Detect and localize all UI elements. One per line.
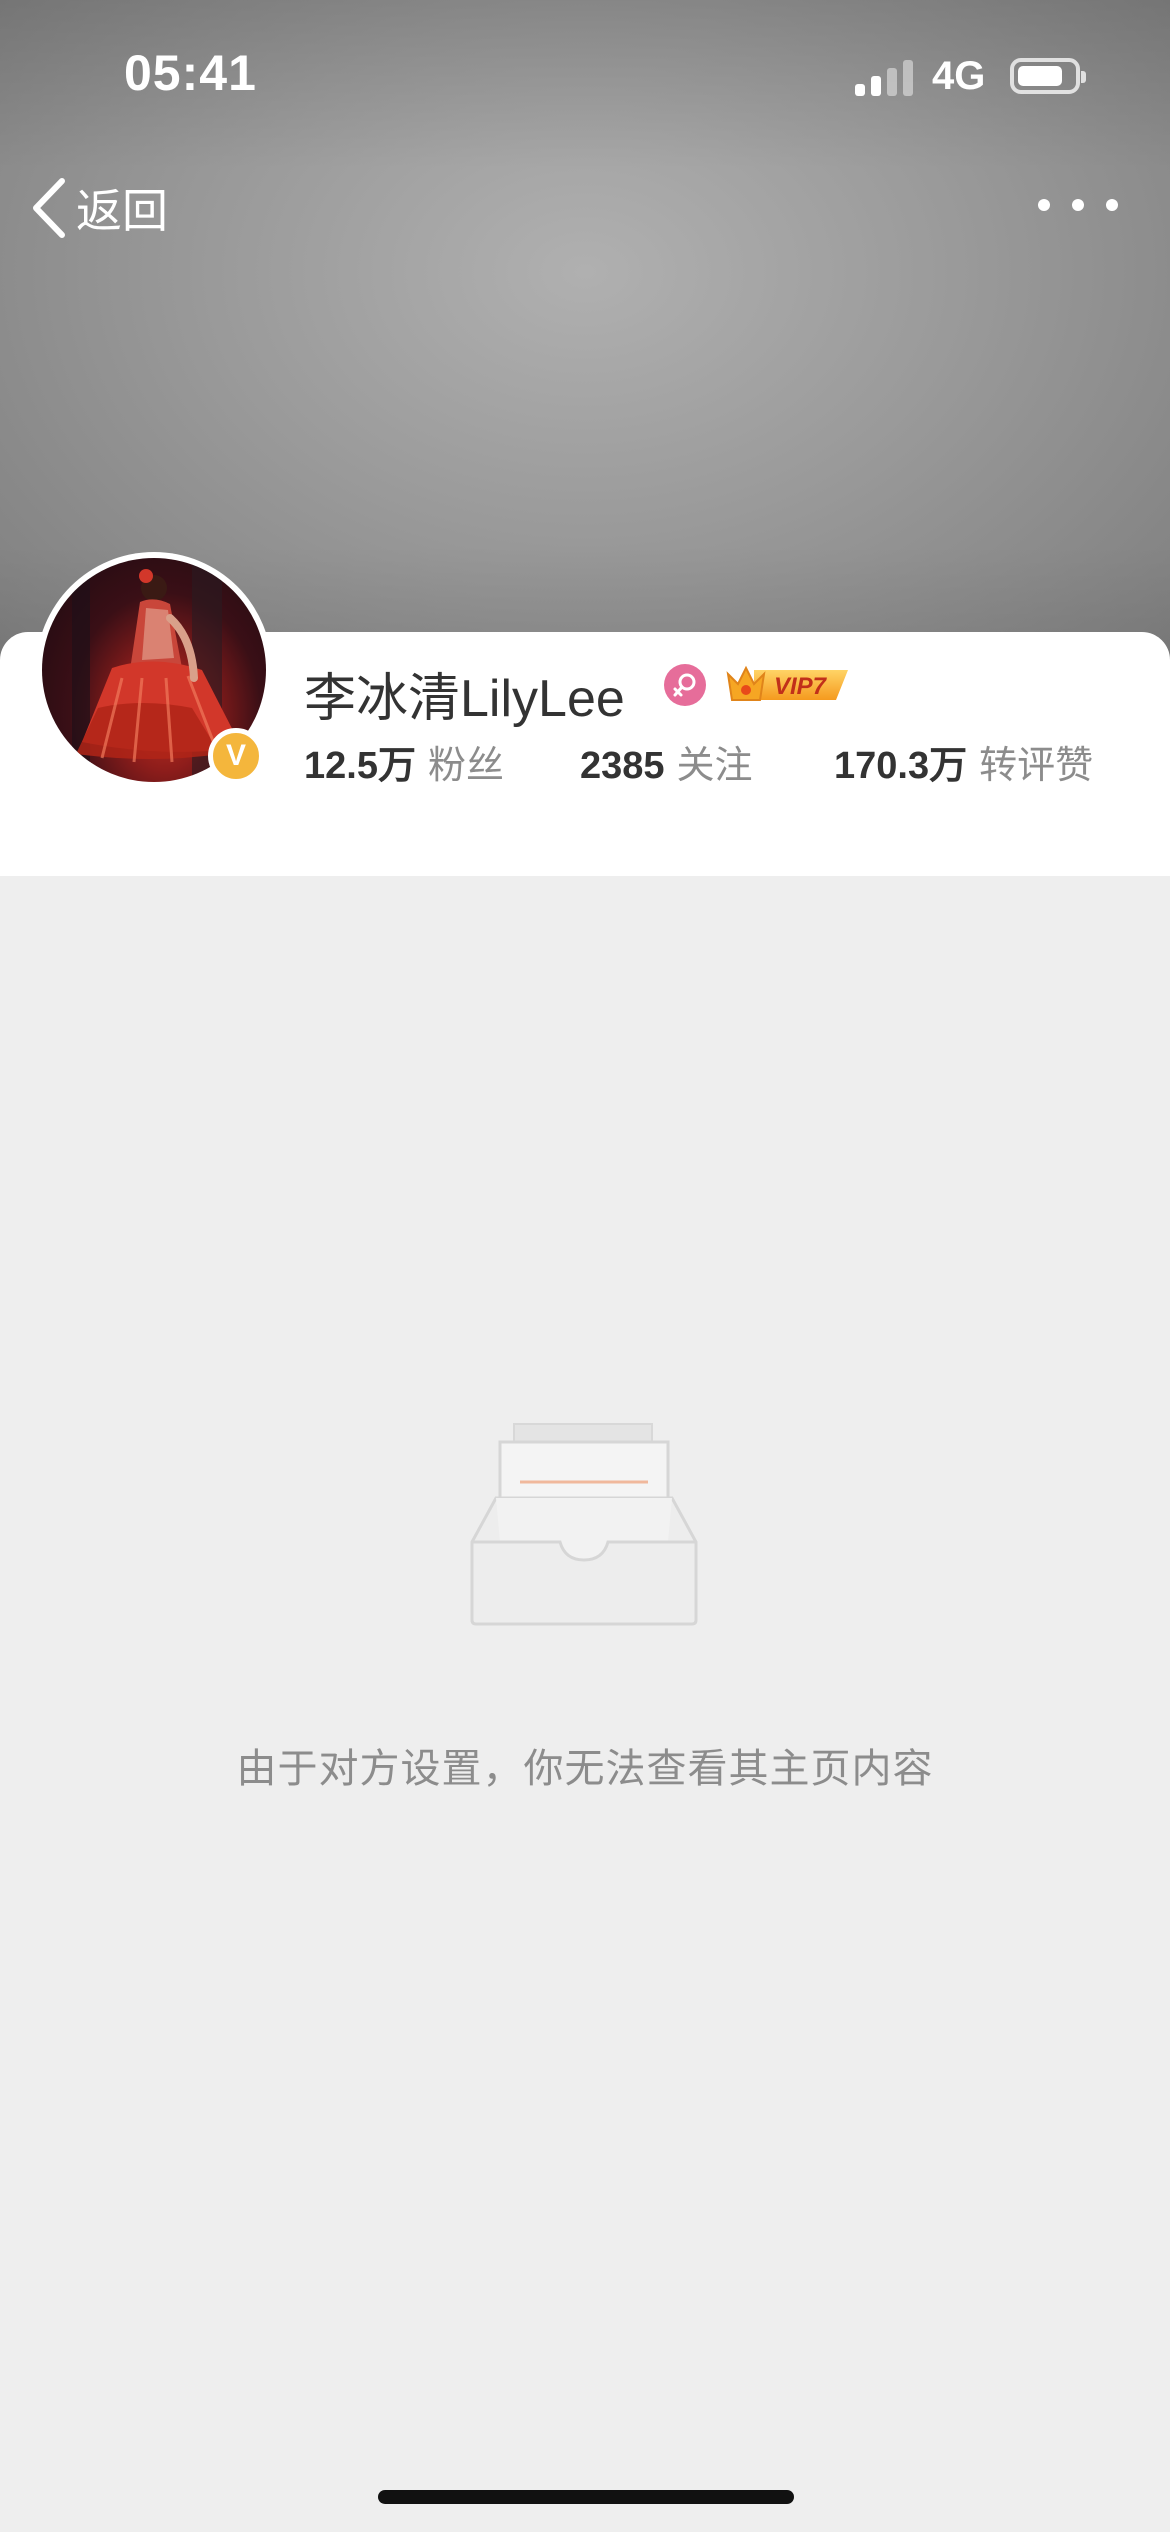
stat-followers-value: 12.5万 — [304, 745, 416, 787]
profile-name: 李冰清LilyLee — [304, 670, 625, 728]
stat-reposts-label: 转评赞 — [979, 745, 1094, 787]
stat-following-label: 关注 — [676, 745, 753, 787]
verified-icon: V — [208, 728, 264, 784]
vip-badge[interactable]: VIP7 — [724, 660, 852, 706]
back-button[interactable]: 返回 — [30, 168, 168, 248]
chevron-left-icon — [30, 177, 70, 239]
empty-inbox-icon — [470, 1420, 700, 1630]
back-label: 返回 — [76, 185, 168, 237]
profile-stats: 12.5万 粉丝 2385 关注 170.3万 转评赞 — [304, 734, 1124, 787]
stat-following-value: 2385 — [580, 745, 665, 787]
female-icon — [664, 664, 706, 706]
home-indicator[interactable] — [378, 2490, 794, 2504]
stat-followers[interactable]: 12.5万 粉丝 — [304, 734, 504, 789]
stat-followers-label: 粉丝 — [427, 745, 504, 787]
stat-reposts-comments-likes[interactable]: 170.3万 转评赞 — [834, 734, 1093, 789]
status-time: 05:41 — [124, 45, 257, 101]
vip-label: VIP7 — [774, 673, 828, 700]
more-options-button[interactable] — [1038, 180, 1118, 230]
stat-following[interactable]: 2385 关注 — [580, 734, 753, 789]
more-dots-icon — [1038, 199, 1050, 211]
empty-state-message: 由于对方设置，你无法查看其主页内容 — [236, 1747, 934, 1791]
signal-icon — [855, 60, 915, 96]
network-type: 4G — [932, 54, 986, 98]
battery-icon — [1010, 58, 1086, 94]
stat-reposts-value: 170.3万 — [834, 745, 968, 787]
